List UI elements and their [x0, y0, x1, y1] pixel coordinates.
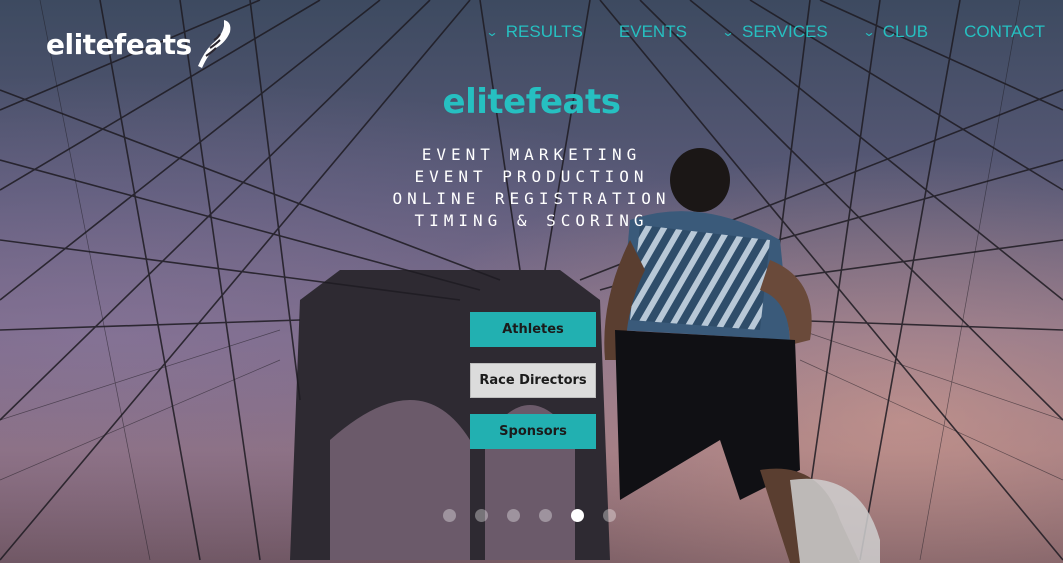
slider-dot[interactable] — [507, 509, 520, 522]
service-item: ONLINE REGISTRATION — [392, 189, 671, 208]
chevron-down-icon: ⌄ — [862, 25, 876, 39]
hero-slider: elitefeats ⌄ RESULTS EVENTS ⌄ SERVICES ⌄… — [0, 0, 1063, 563]
nav-label: CONTACT — [964, 22, 1045, 41]
slider-pagination — [443, 509, 616, 522]
nav-label: RESULTS — [505, 22, 583, 41]
nav-item-events[interactable]: EVENTS — [619, 22, 687, 42]
hero-title: elitefeats — [442, 82, 621, 122]
race-directors-button[interactable]: Race Directors — [470, 363, 596, 398]
nav-label: EVENTS — [618, 22, 687, 41]
sponsors-button[interactable]: Sponsors — [470, 414, 596, 449]
athletes-button[interactable]: Athletes — [470, 312, 596, 347]
chevron-down-icon: ⌄ — [721, 25, 735, 39]
service-item: EVENT PRODUCTION — [414, 167, 649, 186]
nav-label: SERVICES — [742, 22, 828, 41]
slider-dot[interactable] — [475, 509, 488, 522]
slider-dot[interactable] — [603, 509, 616, 522]
nav-item-services[interactable]: ⌄ SERVICES — [721, 22, 828, 42]
slider-dot[interactable] — [539, 509, 552, 522]
service-item: TIMING & SCORING — [414, 211, 649, 230]
site-logo[interactable]: elitefeats — [46, 18, 234, 70]
main-nav: ⌄ RESULTS EVENTS ⌄ SERVICES ⌄ CLUB CONTA… — [451, 22, 1045, 42]
slider-dot[interactable] — [443, 509, 456, 522]
winged-shoe-icon — [197, 20, 231, 68]
nav-item-contact[interactable]: CONTACT — [964, 22, 1045, 42]
site-header: elitefeats ⌄ RESULTS EVENTS ⌄ SERVICES ⌄… — [0, 0, 1063, 70]
slider-dot[interactable] — [571, 509, 584, 522]
nav-item-results[interactable]: ⌄ RESULTS — [485, 22, 583, 42]
logo-text: elitefeats — [46, 27, 192, 61]
service-item: EVENT MARKETING — [421, 145, 642, 164]
nav-item-club[interactable]: ⌄ CLUB — [862, 22, 929, 42]
chevron-down-icon: ⌄ — [485, 25, 499, 39]
nav-label: CLUB — [882, 22, 929, 41]
services-list: EVENT MARKETING EVENT PRODUCTION ONLINE … — [0, 144, 1063, 232]
